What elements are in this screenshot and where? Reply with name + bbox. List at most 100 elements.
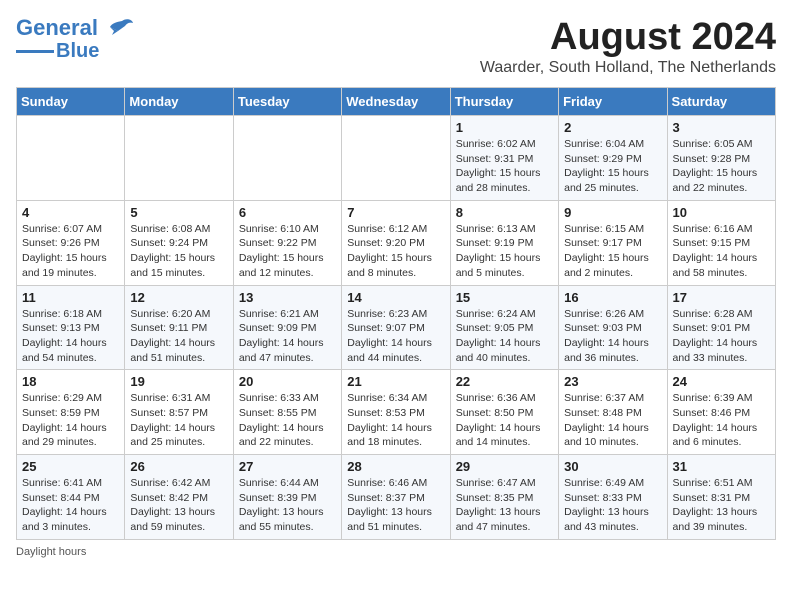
day-number: 3 [673,120,770,135]
day-info: Sunrise: 6:36 AM Sunset: 8:50 PM Dayligh… [456,391,553,450]
header-cell-thursday: Thursday [450,88,558,116]
day-number: 24 [673,374,770,389]
day-number: 5 [130,205,227,220]
week-row-4: 25 Sunrise: 6:41 AM Sunset: 8:44 PM Dayli… [17,455,776,540]
day-info: Sunrise: 6:42 AM Sunset: 8:42 PM Dayligh… [130,476,227,535]
day-info: Sunrise: 6:07 AM Sunset: 9:26 PM Dayligh… [22,222,119,281]
day-info: Sunrise: 6:51 AM Sunset: 8:31 PM Dayligh… [673,476,770,535]
calendar-header: SundayMondayTuesdayWednesdayThursdayFrid… [17,88,776,116]
day-number: 7 [347,205,444,220]
day-info: Sunrise: 6:20 AM Sunset: 9:11 PM Dayligh… [130,307,227,366]
week-row-0: 1Sunrise: 6:02 AM Sunset: 9:31 PM Daylig… [17,116,776,201]
logo-general: General [16,15,98,40]
day-number: 19 [130,374,227,389]
header-cell-sunday: Sunday [17,88,125,116]
day-cell: 24 Sunrise: 6:39 AM Sunset: 8:46 PM Dayli… [667,370,775,455]
day-number: 17 [673,290,770,305]
logo-bird-icon [102,17,134,39]
day-cell: 9 Sunrise: 6:15 AM Sunset: 9:17 PM Daylig… [559,200,667,285]
day-number: 13 [239,290,336,305]
day-info: Sunrise: 6:26 AM Sunset: 9:03 PM Dayligh… [564,307,661,366]
day-number: 23 [564,374,661,389]
month-title: August 2024 [480,16,776,59]
day-cell: 23Sunrise: 6:37 AM Sunset: 8:48 PM Dayli… [559,370,667,455]
day-cell [17,116,125,201]
week-row-2: 11 Sunrise: 6:18 AM Sunset: 9:13 PM Dayli… [17,285,776,370]
day-info: Sunrise: 6:08 AM Sunset: 9:24 PM Dayligh… [130,222,227,281]
day-cell: 20 Sunrise: 6:33 AM Sunset: 8:55 PM Dayli… [233,370,341,455]
day-number: 18 [22,374,119,389]
day-number: 30 [564,459,661,474]
day-cell [125,116,233,201]
calendar-table: SundayMondayTuesdayWednesdayThursdayFrid… [16,87,776,540]
day-cell: 27 Sunrise: 6:44 AM Sunset: 8:39 PM Dayli… [233,455,341,540]
day-number: 8 [456,205,553,220]
header-cell-friday: Friday [559,88,667,116]
day-info: Sunrise: 6:44 AM Sunset: 8:39 PM Dayligh… [239,476,336,535]
day-number: 6 [239,205,336,220]
day-info: Sunrise: 6:02 AM Sunset: 9:31 PM Dayligh… [456,137,553,196]
day-info: Sunrise: 6:15 AM Sunset: 9:17 PM Dayligh… [564,222,661,281]
day-number: 25 [22,459,119,474]
day-cell: 30Sunrise: 6:49 AM Sunset: 8:33 PM Dayli… [559,455,667,540]
day-cell: 15Sunrise: 6:24 AM Sunset: 9:05 PM Dayli… [450,285,558,370]
day-cell: 17Sunrise: 6:28 AM Sunset: 9:01 PM Dayli… [667,285,775,370]
day-info: Sunrise: 6:41 AM Sunset: 8:44 PM Dayligh… [22,476,119,535]
calendar-body: 1Sunrise: 6:02 AM Sunset: 9:31 PM Daylig… [17,116,776,540]
day-cell: 16 Sunrise: 6:26 AM Sunset: 9:03 PM Dayli… [559,285,667,370]
week-row-3: 18 Sunrise: 6:29 AM Sunset: 8:59 PM Dayli… [17,370,776,455]
day-info: Sunrise: 6:16 AM Sunset: 9:15 PM Dayligh… [673,222,770,281]
day-cell: 11 Sunrise: 6:18 AM Sunset: 9:13 PM Dayli… [17,285,125,370]
day-cell: 1Sunrise: 6:02 AM Sunset: 9:31 PM Daylig… [450,116,558,201]
day-cell: 5 Sunrise: 6:08 AM Sunset: 9:24 PM Daylig… [125,200,233,285]
day-cell: 28Sunrise: 6:46 AM Sunset: 8:37 PM Dayli… [342,455,450,540]
logo: General Blue [16,16,134,62]
day-number: 20 [239,374,336,389]
header-cell-wednesday: Wednesday [342,88,450,116]
footer-note: Daylight hours [16,546,776,558]
day-info: Sunrise: 6:21 AM Sunset: 9:09 PM Dayligh… [239,307,336,366]
day-cell: 2 Sunrise: 6:04 AM Sunset: 9:29 PM Daylig… [559,116,667,201]
day-number: 9 [564,205,661,220]
day-cell: 4Sunrise: 6:07 AM Sunset: 9:26 PM Daylig… [17,200,125,285]
day-number: 22 [456,374,553,389]
day-info: Sunrise: 6:12 AM Sunset: 9:20 PM Dayligh… [347,222,444,281]
header-cell-monday: Monday [125,88,233,116]
day-info: Sunrise: 6:10 AM Sunset: 9:22 PM Dayligh… [239,222,336,281]
day-number: 11 [22,290,119,305]
day-info: Sunrise: 6:13 AM Sunset: 9:19 PM Dayligh… [456,222,553,281]
day-cell: 13 Sunrise: 6:21 AM Sunset: 9:09 PM Dayli… [233,285,341,370]
day-info: Sunrise: 6:29 AM Sunset: 8:59 PM Dayligh… [22,391,119,450]
title-area: August 2024 Waarder, South Holland, The … [480,16,776,77]
day-cell: 3 Sunrise: 6:05 AM Sunset: 9:28 PM Daylig… [667,116,775,201]
day-number: 14 [347,290,444,305]
week-row-1: 4Sunrise: 6:07 AM Sunset: 9:26 PM Daylig… [17,200,776,285]
day-number: 26 [130,459,227,474]
day-info: Sunrise: 6:31 AM Sunset: 8:57 PM Dayligh… [130,391,227,450]
day-number: 2 [564,120,661,135]
day-cell: 7 Sunrise: 6:12 AM Sunset: 9:20 PM Daylig… [342,200,450,285]
day-cell: 14 Sunrise: 6:23 AM Sunset: 9:07 PM Dayli… [342,285,450,370]
day-cell: 8 Sunrise: 6:13 AM Sunset: 9:19 PM Daylig… [450,200,558,285]
day-number: 28 [347,459,444,474]
day-info: Sunrise: 6:34 AM Sunset: 8:53 PM Dayligh… [347,391,444,450]
logo-blue: Blue [56,40,99,62]
day-info: Sunrise: 6:39 AM Sunset: 8:46 PM Dayligh… [673,391,770,450]
day-cell: 29 Sunrise: 6:47 AM Sunset: 8:35 PM Dayli… [450,455,558,540]
day-info: Sunrise: 6:23 AM Sunset: 9:07 PM Dayligh… [347,307,444,366]
header-cell-saturday: Saturday [667,88,775,116]
day-info: Sunrise: 6:05 AM Sunset: 9:28 PM Dayligh… [673,137,770,196]
header-row: SundayMondayTuesdayWednesdayThursdayFrid… [17,88,776,116]
day-cell: 22 Sunrise: 6:36 AM Sunset: 8:50 PM Dayli… [450,370,558,455]
day-info: Sunrise: 6:04 AM Sunset: 9:29 PM Dayligh… [564,137,661,196]
day-info: Sunrise: 6:47 AM Sunset: 8:35 PM Dayligh… [456,476,553,535]
day-info: Sunrise: 6:33 AM Sunset: 8:55 PM Dayligh… [239,391,336,450]
day-number: 29 [456,459,553,474]
location-subtitle: Waarder, South Holland, The Netherlands [480,59,776,77]
day-cell: 12Sunrise: 6:20 AM Sunset: 9:11 PM Dayli… [125,285,233,370]
day-number: 27 [239,459,336,474]
day-info: Sunrise: 6:18 AM Sunset: 9:13 PM Dayligh… [22,307,119,366]
day-number: 16 [564,290,661,305]
day-cell: 21Sunrise: 6:34 AM Sunset: 8:53 PM Dayli… [342,370,450,455]
day-cell: 25 Sunrise: 6:41 AM Sunset: 8:44 PM Dayli… [17,455,125,540]
